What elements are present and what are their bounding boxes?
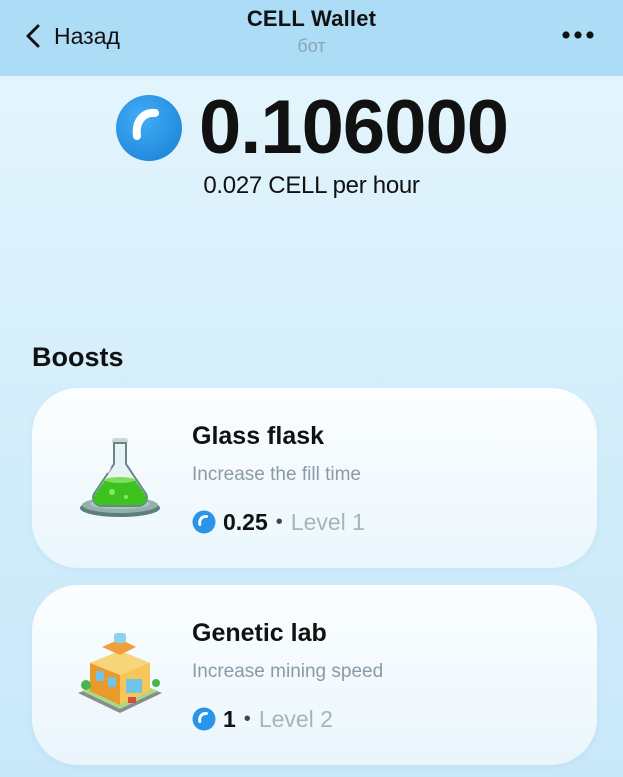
more-menu-icon[interactable]	[561, 28, 595, 42]
mining-rate: 0.027 CELL per hour	[203, 172, 420, 199]
genetic-lab-icon	[78, 633, 162, 713]
boost-meta: 0.25 • Level 1	[192, 506, 365, 538]
balance-amount: 0.106000	[199, 85, 509, 170]
cell-coin-icon	[116, 95, 182, 161]
boost-card-glass-flask[interactable]: Glass flask Increase the fill time 0.25 …	[32, 388, 597, 568]
boost-description: Increase mining speed	[192, 661, 384, 682]
boost-title: Glass flask	[192, 422, 325, 450]
app-subtitle: бот	[297, 36, 326, 56]
app-title: CELL Wallet	[246, 6, 377, 31]
title-block: CELL Wallet бот	[0, 6, 623, 57]
boost-price: 1	[223, 705, 236, 732]
separator-dot: •	[243, 707, 251, 730]
top-bar: Назад CELL Wallet бот	[0, 0, 623, 76]
balance-display: 0.106000	[0, 90, 623, 166]
cell-coin-icon	[192, 707, 216, 731]
boost-level: Level 2	[258, 705, 333, 732]
boost-card-genetic-lab[interactable]: Genetic lab Increase mining speed 1 • Le…	[32, 585, 597, 765]
boost-meta: 1 • Level 2	[192, 703, 333, 735]
boost-level: Level 1	[290, 508, 365, 535]
boost-title: Genetic lab	[192, 619, 327, 647]
boost-price: 0.25	[223, 508, 268, 535]
boost-description: Increase the fill time	[192, 464, 361, 485]
glass-flask-icon	[80, 438, 160, 517]
cell-coin-icon	[192, 510, 216, 534]
separator-dot: •	[275, 510, 283, 533]
boosts-heading: Boosts	[32, 342, 124, 372]
